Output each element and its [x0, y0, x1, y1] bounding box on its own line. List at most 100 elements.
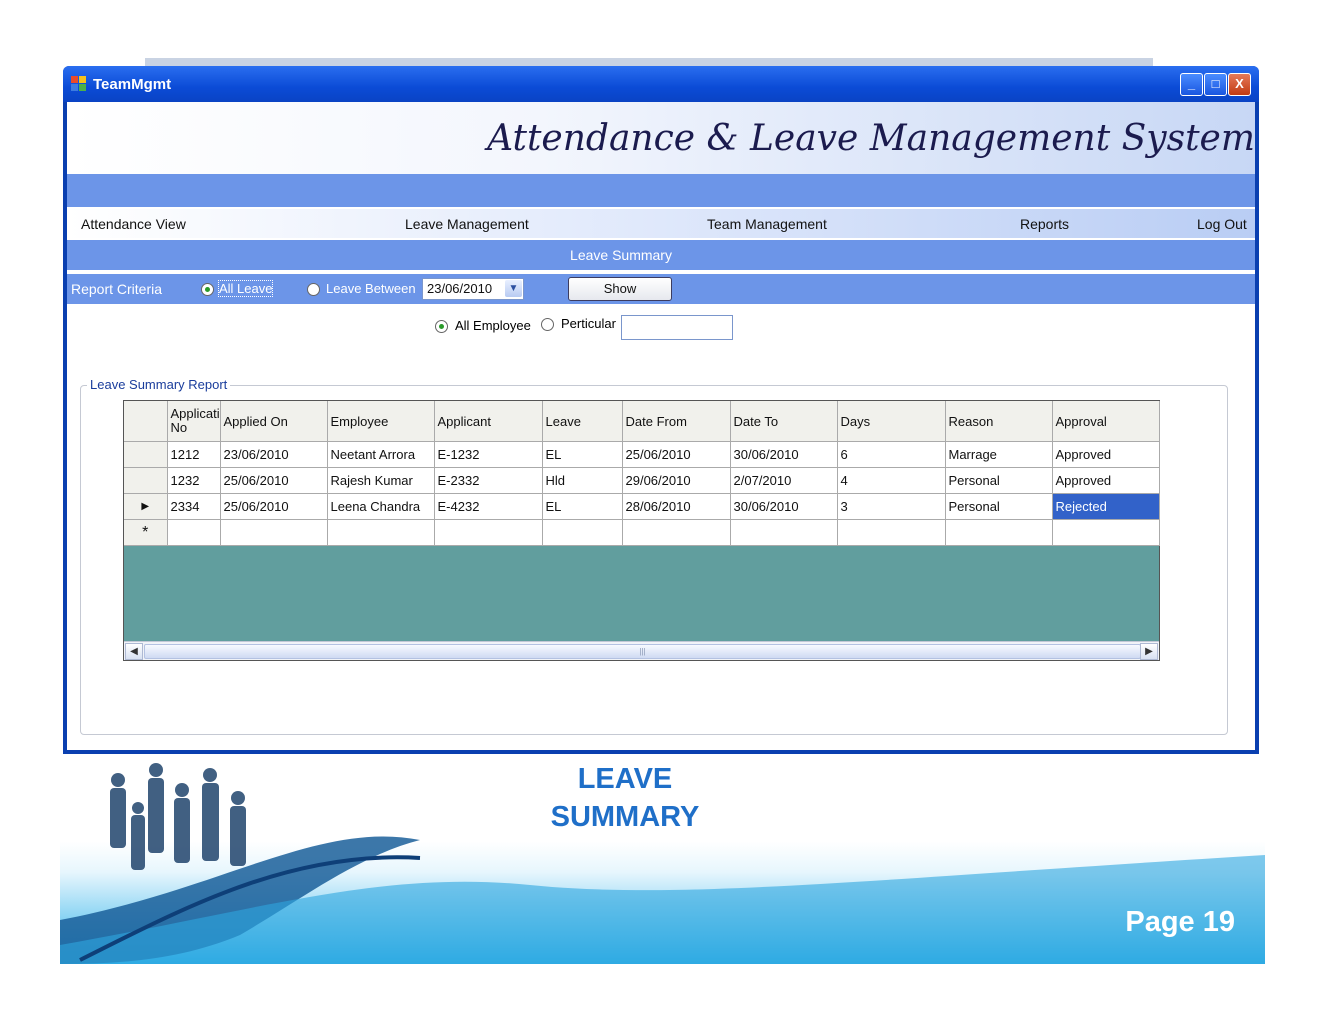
particular-label[interactable]: Perticular [561, 316, 616, 331]
chevron-down-icon[interactable]: ▼ [505, 280, 522, 297]
app-window: TeamMgmt _ □ X Attendance & Leave Manage… [63, 66, 1259, 754]
current-row-marker[interactable]: ▶ [124, 493, 168, 520]
cell-empty[interactable] [837, 519, 946, 546]
column-header-application-no[interactable]: Applicati No [167, 401, 221, 442]
minimize-button[interactable]: _ [1180, 73, 1203, 96]
table-row-current[interactable]: ▶ 2334 25/06/2010 Leena Chandra E-4232 E… [124, 493, 1160, 520]
cell-applied-on[interactable]: 25/06/2010 [220, 493, 328, 520]
section-title: Leave Summary [570, 247, 672, 263]
cell-applicant[interactable]: E-1232 [434, 441, 543, 468]
cell-applied-on[interactable]: 23/06/2010 [220, 441, 328, 468]
menu-leave-management[interactable]: Leave Management [405, 216, 529, 232]
cell-empty[interactable] [945, 519, 1053, 546]
cell-empty[interactable] [730, 519, 838, 546]
row-header-corner[interactable] [124, 401, 168, 442]
cell-leave[interactable]: Hld [542, 467, 623, 494]
row-header[interactable] [124, 467, 168, 494]
all-leave-radio[interactable] [201, 283, 214, 296]
cell-empty[interactable] [434, 519, 543, 546]
menu-reports[interactable]: Reports [1020, 216, 1069, 232]
employee-filter-row: All Employee Perticular [67, 310, 1255, 340]
cell-applicant[interactable]: E-4232 [434, 493, 543, 520]
cell-application-no[interactable]: 1212 [167, 441, 221, 468]
column-header-date-to[interactable]: Date To [730, 401, 838, 442]
new-row[interactable]: * [124, 519, 1160, 546]
cell-date-from[interactable]: 29/06/2010 [622, 467, 731, 494]
new-row-marker[interactable]: * [124, 519, 168, 546]
cell-application-no[interactable]: 1232 [167, 467, 221, 494]
cell-approval[interactable]: Approved [1052, 441, 1160, 468]
cell-leave[interactable]: EL [542, 493, 623, 520]
all-employee-radio[interactable] [435, 320, 448, 333]
column-header-applied-on[interactable]: Applied On [220, 401, 328, 442]
close-button[interactable]: X [1228, 73, 1251, 96]
table-row[interactable]: 1232 25/06/2010 Rajesh Kumar E-2332 Hld … [124, 467, 1160, 494]
cell-empty[interactable] [542, 519, 623, 546]
slide-footer: LEAVE SUMMARY Page 19 [60, 760, 1265, 964]
app-icon [71, 76, 87, 92]
menu-team-management[interactable]: Team Management [707, 216, 827, 232]
cell-days[interactable]: 3 [837, 493, 946, 520]
column-header-applicant[interactable]: Applicant [434, 401, 543, 442]
cell-employee[interactable]: Rajesh Kumar [327, 467, 435, 494]
cell-empty[interactable] [1052, 519, 1160, 546]
cell-approval-selected[interactable]: Rejected [1052, 493, 1160, 520]
cell-reason[interactable]: Personal [945, 493, 1053, 520]
cell-applicant[interactable]: E-2332 [434, 467, 543, 494]
header-band [67, 174, 1255, 207]
column-header-approval[interactable]: Approval [1052, 401, 1160, 442]
window-title: TeamMgmt [93, 76, 172, 93]
cell-employee[interactable]: Neetant Arrora [327, 441, 435, 468]
cell-leave[interactable]: EL [542, 441, 623, 468]
cell-application-no[interactable]: 2334 [167, 493, 221, 520]
table-row[interactable]: 1212 23/06/2010 Neetant Arrora E-1232 EL… [124, 441, 1160, 468]
column-header-employee[interactable]: Employee [327, 401, 435, 442]
report-criteria-label: Report Criteria [71, 281, 163, 297]
groupbox-label: Leave Summary Report [87, 377, 231, 392]
scroll-thumb[interactable]: ||| [144, 644, 1141, 659]
cell-days[interactable]: 4 [837, 467, 946, 494]
cell-date-to[interactable]: 30/06/2010 [730, 441, 838, 468]
maximize-button[interactable]: □ [1204, 73, 1227, 96]
cell-date-to[interactable]: 2/07/2010 [730, 467, 838, 494]
particular-employee-input[interactable] [621, 315, 733, 340]
scroll-right-icon[interactable]: ▶ [1140, 643, 1158, 660]
row-header[interactable] [124, 441, 168, 468]
scroll-left-icon[interactable]: ◀ [125, 643, 143, 660]
all-leave-label[interactable]: All Leave [217, 280, 274, 297]
date-picker[interactable]: 23/06/2010 ▼ [422, 278, 524, 300]
cell-date-from[interactable]: 28/06/2010 [622, 493, 731, 520]
header-banner: Attendance & Leave Management System [67, 102, 1255, 174]
cell-date-from[interactable]: 25/06/2010 [622, 441, 731, 468]
leave-summary-grid[interactable]: Applicati No Applied On Employee Applica… [123, 400, 1160, 661]
all-employee-label[interactable]: All Employee [455, 318, 531, 333]
cell-date-to[interactable]: 30/06/2010 [730, 493, 838, 520]
horizontal-scrollbar[interactable]: ◀ ||| ▶ [124, 641, 1159, 660]
title-bar[interactable]: TeamMgmt _ □ X [63, 66, 1259, 102]
section-header: Leave Summary [67, 240, 1255, 270]
cell-reason[interactable]: Marrage [945, 441, 1053, 468]
cell-empty[interactable] [622, 519, 731, 546]
column-header-date-from[interactable]: Date From [622, 401, 731, 442]
cell-days[interactable]: 6 [837, 441, 946, 468]
menu-attendance-view[interactable]: Attendance View [81, 216, 186, 232]
leave-between-label[interactable]: Leave Between [326, 281, 416, 296]
column-header-days[interactable]: Days [837, 401, 946, 442]
show-button[interactable]: Show [568, 277, 672, 301]
page-number: Page 19 [1125, 906, 1235, 938]
main-menu: Attendance View Leave Management Team Ma… [67, 209, 1255, 238]
particular-radio[interactable] [541, 318, 554, 331]
cell-reason[interactable]: Personal [945, 467, 1053, 494]
cell-approval[interactable]: Approved [1052, 467, 1160, 494]
grid-header-row: Applicati No Applied On Employee Applica… [124, 401, 1160, 442]
column-header-reason[interactable]: Reason [945, 401, 1053, 442]
column-header-leave[interactable]: Leave [542, 401, 623, 442]
cell-empty[interactable] [220, 519, 328, 546]
menu-log-out[interactable]: Log Out [1197, 216, 1247, 232]
cell-empty[interactable] [167, 519, 221, 546]
leave-between-radio[interactable] [307, 283, 320, 296]
caption-line-2: SUMMARY [550, 801, 700, 833]
cell-empty[interactable] [327, 519, 435, 546]
cell-applied-on[interactable]: 25/06/2010 [220, 467, 328, 494]
cell-employee[interactable]: Leena Chandra [327, 493, 435, 520]
